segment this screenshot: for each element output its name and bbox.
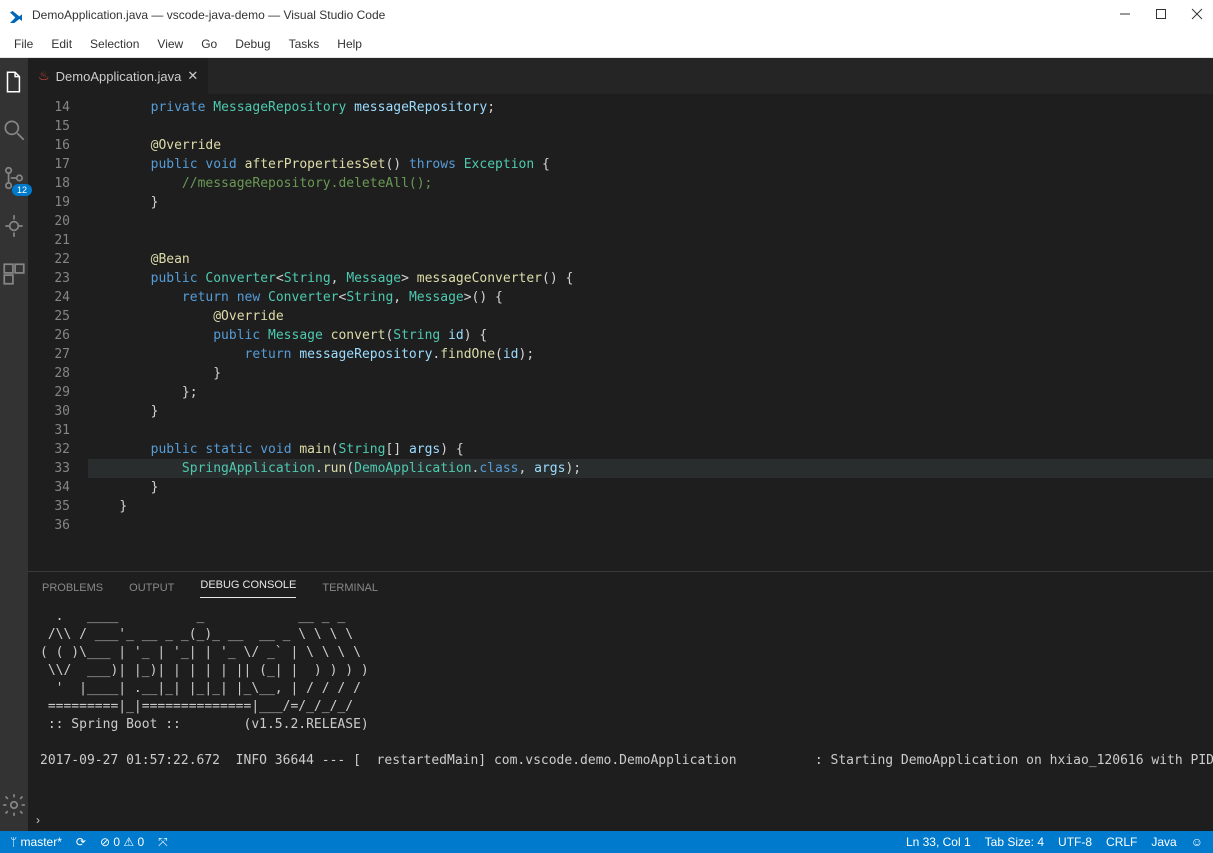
tab-demoapplication[interactable]: ♨ DemoApplication.java ✕: [28, 58, 209, 94]
feedback-icon[interactable]: ☺: [1191, 835, 1203, 849]
encoding[interactable]: UTF-8: [1058, 835, 1092, 849]
line-gutter: 1415161718192021222324252627282930313233…: [28, 94, 88, 571]
panel-tab-problems[interactable]: PROBLEMS: [42, 582, 103, 594]
tab-label: DemoApplication.java: [56, 69, 182, 84]
debug-icon[interactable]: [0, 212, 28, 240]
panel-tab-output[interactable]: OUTPUT: [129, 582, 174, 594]
source-control-icon[interactable]: 12: [0, 164, 28, 192]
activity-bar: 12: [0, 58, 28, 831]
title-bar: DemoApplication.java — vscode-java-demo …: [0, 0, 1213, 30]
code-content[interactable]: private MessageRepository messageReposit…: [88, 94, 1213, 571]
menu-help[interactable]: Help: [329, 33, 370, 55]
eol[interactable]: CRLF: [1106, 835, 1137, 849]
editor-area: ♨ DemoApplication.java ✕ ⋯ 1415161718192…: [28, 58, 1213, 831]
git-branch-button[interactable]: ᛘ master*: [10, 835, 62, 849]
close-button[interactable]: [1191, 8, 1205, 22]
vscode-logo-icon: [8, 7, 24, 23]
panel-tab-bar: PROBLEMSOUTPUTDEBUG CONSOLETERMINAL ≡ ⌃ …: [28, 572, 1213, 604]
menu-edit[interactable]: Edit: [43, 33, 80, 55]
menu-debug[interactable]: Debug: [227, 33, 278, 55]
editor-tabs: ♨ DemoApplication.java ✕ ⋯: [28, 58, 1213, 94]
problems-button[interactable]: ⊘ 0 ⚠ 0: [100, 835, 144, 849]
debug-running-icon[interactable]: ⤧: [158, 835, 168, 850]
menu-file[interactable]: File: [6, 33, 41, 55]
bottom-panel: PROBLEMSOUTPUTDEBUG CONSOLETERMINAL ≡ ⌃ …: [28, 571, 1213, 831]
window-title: DemoApplication.java — vscode-java-demo …: [32, 8, 1119, 22]
debug-console-input-prefix[interactable]: ›: [28, 813, 1213, 831]
branch-name: master*: [21, 835, 62, 849]
warnings-count: 0: [137, 835, 144, 849]
menu-view[interactable]: View: [149, 33, 191, 55]
extensions-icon[interactable]: [0, 260, 28, 288]
settings-gear-icon[interactable]: [0, 791, 28, 819]
editor-body[interactable]: 1415161718192021222324252627282930313233…: [28, 94, 1213, 571]
status-bar: ᛘ master* ⟳ ⊘ 0 ⚠ 0 ⤧ Ln 33, Col 1 Tab S…: [0, 831, 1213, 853]
errors-count: 0: [113, 835, 120, 849]
minimize-button[interactable]: [1119, 8, 1133, 22]
tab-size[interactable]: Tab Size: 4: [985, 835, 1044, 849]
menu-bar: FileEditSelectionViewGoDebugTasksHelp: [0, 30, 1213, 58]
cursor-position[interactable]: Ln 33, Col 1: [906, 835, 971, 849]
menu-selection[interactable]: Selection: [82, 33, 147, 55]
search-icon[interactable]: [0, 116, 28, 144]
close-tab-icon[interactable]: ✕: [187, 68, 198, 84]
maximize-button[interactable]: [1155, 8, 1169, 22]
sync-button[interactable]: ⟳: [76, 835, 86, 849]
explorer-icon[interactable]: [0, 68, 28, 96]
panel-tab-debug-console[interactable]: DEBUG CONSOLE: [200, 579, 296, 598]
java-file-icon: ♨: [38, 68, 50, 84]
debug-console-output[interactable]: . ____ _ __ _ _ /\\ / ___'_ __ _ _(_)_ _…: [28, 604, 1213, 813]
menu-tasks[interactable]: Tasks: [281, 33, 328, 55]
language-mode[interactable]: Java: [1151, 835, 1176, 849]
panel-tab-terminal[interactable]: TERMINAL: [322, 582, 378, 594]
menu-go[interactable]: Go: [193, 33, 225, 55]
